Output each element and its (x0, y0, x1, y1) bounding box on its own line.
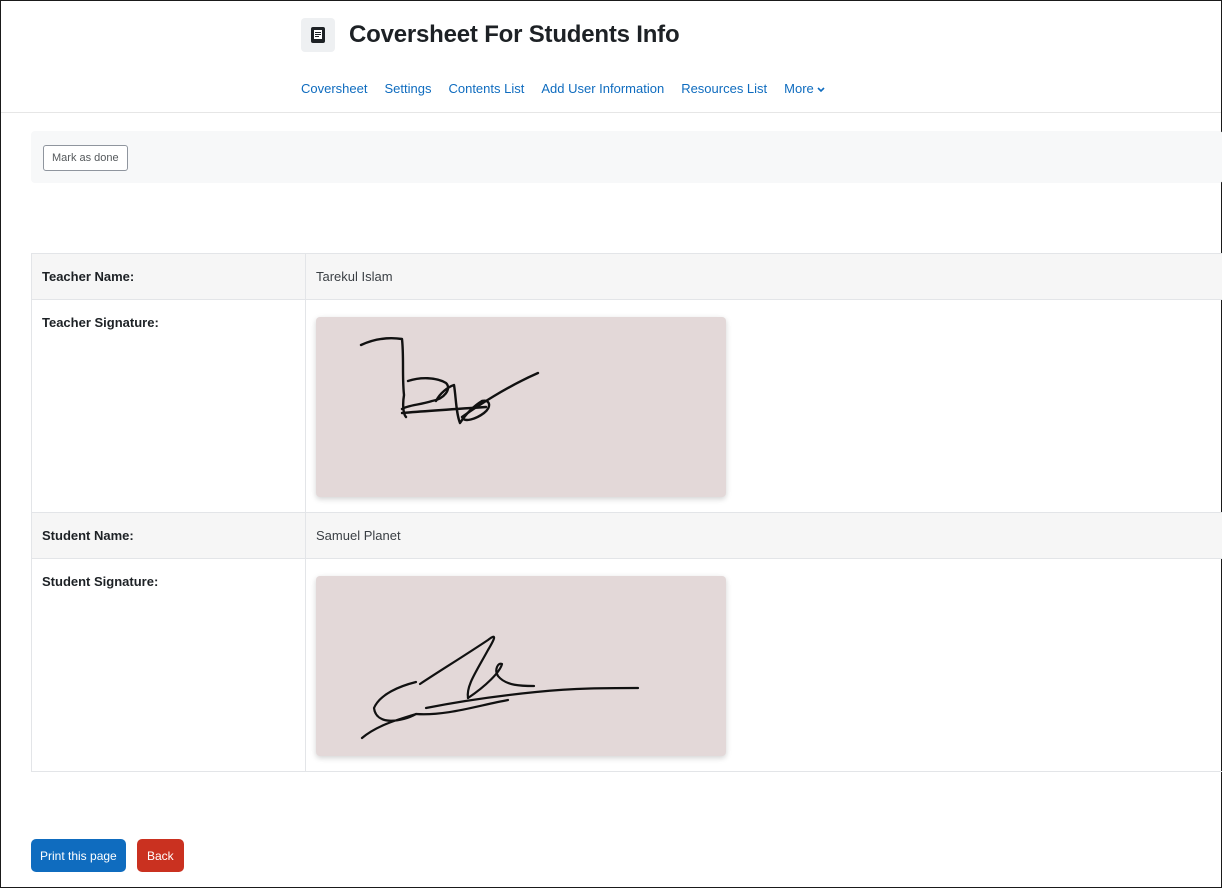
student-signature-label: Student Signature: (31, 558, 306, 772)
back-button[interactable]: Back (137, 839, 184, 872)
student-signature-cell (305, 558, 1222, 772)
nav-item-settings[interactable]: Settings (384, 81, 431, 96)
secondary-nav: Coversheet Settings Contents List Add Us… (301, 77, 842, 99)
print-page-button[interactable]: Print this page (31, 839, 126, 872)
coversheet-info-table: Teacher Name: Tarekul Islam Teacher Sign… (31, 253, 1222, 772)
table-row-student-signature: Student Signature: (31, 558, 1222, 772)
student-name-value: Samuel Planet (305, 512, 1222, 559)
table-row-teacher-name: Teacher Name: Tarekul Islam (31, 253, 1222, 300)
nav-item-coversheet[interactable]: Coversheet (301, 81, 367, 96)
table-row-student-name: Student Name: Samuel Planet (31, 512, 1222, 559)
nav-item-resources-list[interactable]: Resources List (681, 81, 767, 96)
nav-more-label: More (784, 80, 814, 96)
mark-as-done-button[interactable]: Mark as done (43, 145, 128, 171)
teacher-signature-image (316, 317, 726, 497)
teacher-name-label: Teacher Name: (31, 253, 306, 300)
page-title: Coversheet For Students Info (349, 21, 680, 48)
page: Coversheet For Students Info Coversheet … (0, 0, 1222, 888)
student-name-label: Student Name: (31, 512, 306, 559)
page-header: Coversheet For Students Info Coversheet … (1, 1, 1221, 113)
title-row: Coversheet For Students Info (301, 13, 680, 57)
nav-item-add-user-information[interactable]: Add User Information (541, 81, 664, 96)
teacher-signature-cell (305, 299, 1222, 513)
student-signature-image (316, 576, 726, 756)
chevron-down-icon (817, 81, 825, 96)
teacher-name-value: Tarekul Islam (305, 253, 1222, 300)
document-icon (301, 18, 335, 52)
teacher-signature-label: Teacher Signature: (31, 299, 306, 513)
table-row-teacher-signature: Teacher Signature: (31, 299, 1222, 513)
nav-item-more[interactable]: More (784, 81, 825, 96)
activity-completion-bar: Mark as done (31, 131, 1222, 183)
nav-item-contents-list[interactable]: Contents List (448, 81, 524, 96)
